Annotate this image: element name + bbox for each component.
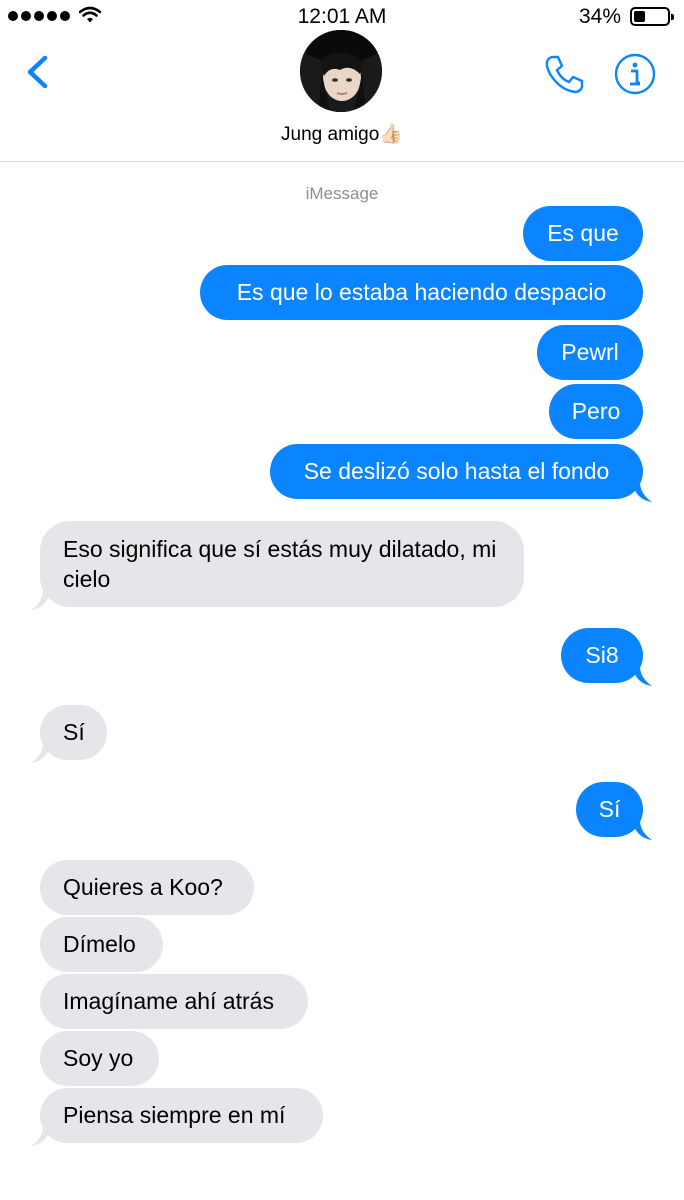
message-text: Es que: [547, 220, 619, 246]
message-bubble-outgoing[interactable]: Es que: [523, 206, 643, 261]
bubble-tail: [632, 482, 652, 502]
message-text: Pero: [571, 398, 621, 424]
bubble-tail: [31, 743, 51, 763]
message-bubble-outgoing[interactable]: Si8: [561, 628, 652, 686]
conversation-header: Jung amigo👍🏻: [0, 0, 684, 162]
message-bubble-outgoing[interactable]: Se deslizó solo hasta el fondo: [270, 444, 652, 502]
bubble-tail: [31, 590, 51, 610]
message-text: Eso significa que sí estás muy dilatado,…: [63, 536, 497, 592]
message-text: Quieres a Koo?: [63, 874, 223, 900]
message-text: Dímelo: [63, 931, 136, 957]
message-text: Imagíname ahí atrás: [63, 988, 274, 1014]
message-bubble-incoming[interactable]: Soy yo: [40, 1031, 159, 1086]
message-bubble-incoming[interactable]: Sí: [31, 705, 107, 763]
bubble-tail: [31, 1126, 51, 1146]
avatar-photo: [300, 30, 382, 112]
message-bubble-incoming[interactable]: Dímelo: [40, 917, 163, 972]
message-bubble-incoming[interactable]: Piensa siempre en mí: [31, 1088, 323, 1146]
message-text: Sí: [63, 719, 85, 745]
message-text: Se deslizó solo hasta el fondo: [303, 458, 610, 484]
info-icon[interactable]: [614, 53, 656, 95]
message-bubble-incoming[interactable]: Eso significa que sí estás muy dilatado,…: [31, 521, 524, 610]
message-text: Soy yo: [63, 1045, 134, 1071]
contact-avatar[interactable]: [300, 30, 382, 112]
message-text: Si8: [585, 642, 619, 668]
message-bubble-outgoing[interactable]: Es que lo estaba haciendo despacio: [200, 265, 643, 320]
message-bubble-incoming[interactable]: Imagíname ahí atrás: [40, 974, 308, 1029]
message-bubble-outgoing[interactable]: Pero: [549, 384, 643, 439]
message-text: Es que lo estaba haciendo despacio: [236, 279, 607, 305]
contact-name[interactable]: Jung amigo👍🏻: [0, 122, 684, 146]
message-text: Piensa siempre en mí: [63, 1102, 286, 1128]
bubble-tail: [632, 666, 652, 686]
chevron-left-icon[interactable]: [20, 50, 60, 94]
message-bubble-outgoing[interactable]: Sí: [576, 782, 652, 840]
phone-icon[interactable]: [542, 52, 586, 96]
message-bubble-incoming[interactable]: Quieres a Koo?: [40, 860, 254, 915]
message-text: Sí: [598, 796, 621, 822]
message-bubble-outgoing[interactable]: Pewrl: [537, 325, 643, 380]
message-text: Pewrl: [561, 339, 619, 365]
service-label: iMessage: [305, 184, 379, 203]
bubble-tail: [632, 820, 652, 840]
